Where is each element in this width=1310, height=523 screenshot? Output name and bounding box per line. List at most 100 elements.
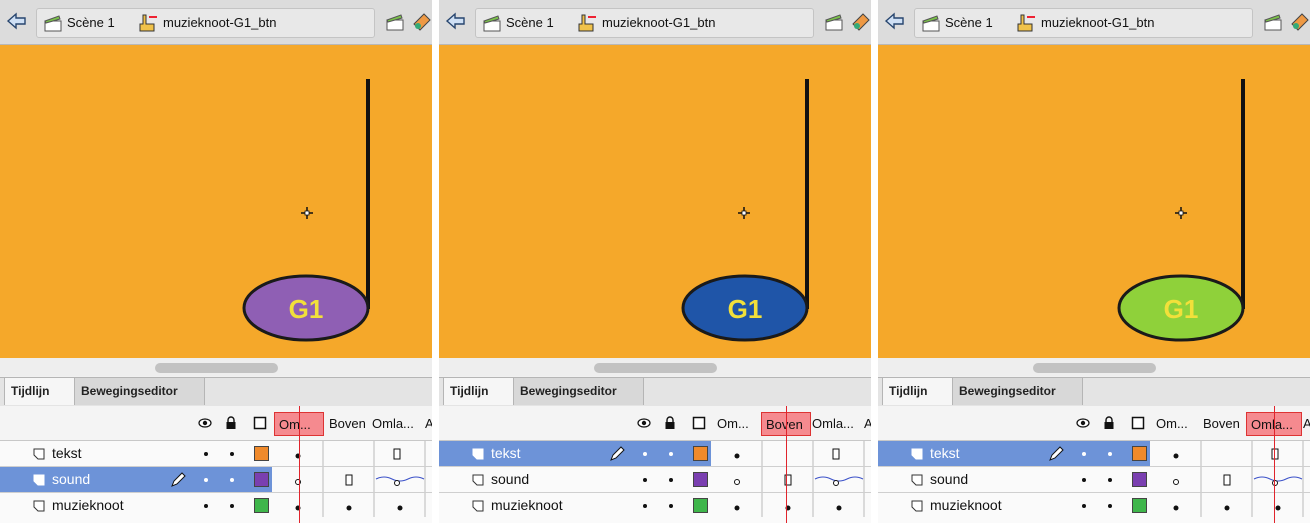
outline-color-swatch[interactable] bbox=[1132, 498, 1147, 513]
outline-color-swatch[interactable] bbox=[693, 498, 708, 513]
lock-dot[interactable] bbox=[669, 478, 673, 482]
frame-label-up[interactable]: Om... bbox=[1156, 412, 1188, 436]
stage[interactable]: G1 bbox=[0, 45, 432, 358]
tab-motion-editor[interactable]: Bewegingseditor bbox=[75, 378, 205, 405]
frame-cells[interactable] bbox=[711, 467, 871, 492]
frame-cells[interactable] bbox=[711, 493, 871, 518]
eye-icon[interactable] bbox=[1076, 416, 1090, 430]
button-symbol-icon[interactable] bbox=[137, 12, 159, 34]
playhead[interactable] bbox=[1274, 406, 1275, 523]
frame-cells[interactable] bbox=[1150, 441, 1310, 466]
visibility-dot[interactable] bbox=[1082, 478, 1086, 482]
horizontal-scrollbar[interactable] bbox=[0, 358, 432, 376]
scene-clapper-icon[interactable] bbox=[43, 13, 63, 33]
music-note-graphic[interactable]: G1 bbox=[0, 45, 432, 358]
stage[interactable]: G1 bbox=[439, 45, 871, 358]
visibility-dot[interactable] bbox=[643, 504, 647, 508]
breadcrumb-symbol[interactable]: muzieknoot-G1_btn bbox=[602, 15, 715, 30]
outline-color-swatch[interactable] bbox=[1132, 446, 1147, 461]
edit-symbol-icon[interactable] bbox=[851, 12, 871, 32]
outline-color-swatch[interactable] bbox=[254, 498, 269, 513]
scroll-thumb[interactable] bbox=[1033, 363, 1156, 373]
playhead[interactable] bbox=[786, 406, 787, 523]
lock-dot[interactable] bbox=[1108, 452, 1112, 456]
back-arrow-icon[interactable] bbox=[884, 10, 906, 32]
visibility-dot[interactable] bbox=[643, 452, 647, 456]
layer-row-sound[interactable]: sound bbox=[878, 467, 1310, 493]
frame-label-hit[interactable]: A bbox=[425, 412, 432, 436]
outline-color-swatch[interactable] bbox=[254, 446, 269, 461]
outline-icon[interactable] bbox=[1131, 416, 1145, 430]
layer-row-tekst[interactable]: tekst bbox=[878, 441, 1310, 467]
scene-clapper-icon[interactable] bbox=[482, 13, 502, 33]
tab-timeline[interactable]: Tijdlijn bbox=[882, 378, 953, 405]
frame-cells[interactable] bbox=[711, 441, 871, 466]
layer-row-muzieknoot[interactable]: muzieknoot bbox=[0, 493, 432, 519]
layer-row-muzieknoot[interactable]: muzieknoot bbox=[439, 493, 871, 519]
lock-icon[interactable] bbox=[224, 416, 238, 430]
visibility-dot[interactable] bbox=[1082, 504, 1086, 508]
back-arrow-icon[interactable] bbox=[445, 10, 467, 32]
button-symbol-icon[interactable] bbox=[1015, 12, 1037, 34]
frame-cells[interactable] bbox=[1150, 467, 1310, 492]
layer-row-sound[interactable]: sound bbox=[439, 467, 871, 493]
layer-row-tekst[interactable]: tekst bbox=[439, 441, 871, 467]
layer-row-tekst[interactable]: tekst bbox=[0, 441, 432, 467]
back-arrow-icon[interactable] bbox=[6, 10, 28, 32]
eye-icon[interactable] bbox=[198, 416, 212, 430]
horizontal-scrollbar[interactable] bbox=[878, 358, 1310, 376]
breadcrumb-scene[interactable]: Scène 1 bbox=[67, 15, 115, 30]
outline-icon[interactable] bbox=[692, 416, 706, 430]
lock-dot[interactable] bbox=[669, 504, 673, 508]
layer-name[interactable]: tekst bbox=[52, 445, 82, 461]
lock-dot[interactable] bbox=[1108, 504, 1112, 508]
stage[interactable]: G1 bbox=[878, 45, 1310, 358]
music-note-graphic[interactable]: G1 bbox=[878, 45, 1310, 358]
edit-scene-icon[interactable] bbox=[384, 12, 406, 32]
frame-cells[interactable] bbox=[272, 493, 432, 518]
visibility-dot[interactable] bbox=[204, 452, 208, 456]
edit-symbol-icon[interactable] bbox=[412, 12, 432, 32]
edit-scene-icon[interactable] bbox=[823, 12, 845, 32]
frame-label-over[interactable]: Boven bbox=[1203, 412, 1240, 436]
breadcrumb-scene[interactable]: Scène 1 bbox=[945, 15, 993, 30]
outline-color-swatch[interactable] bbox=[693, 472, 708, 487]
breadcrumb-symbol[interactable]: muzieknoot-G1_btn bbox=[163, 15, 276, 30]
breadcrumb-symbol[interactable]: muzieknoot-G1_btn bbox=[1041, 15, 1154, 30]
frame-label-hit[interactable]: A bbox=[1303, 412, 1310, 436]
layer-name[interactable]: sound bbox=[491, 471, 529, 487]
tab-timeline[interactable]: Tijdlijn bbox=[4, 378, 75, 405]
lock-icon[interactable] bbox=[1102, 416, 1116, 430]
frame-label-down[interactable]: Omla... bbox=[372, 412, 414, 436]
eye-icon[interactable] bbox=[637, 416, 651, 430]
layer-name[interactable]: muzieknoot bbox=[491, 497, 563, 513]
frame-label-over[interactable]: Boven bbox=[329, 412, 366, 436]
outline-color-swatch[interactable] bbox=[1132, 472, 1147, 487]
outline-color-swatch[interactable] bbox=[693, 446, 708, 461]
visibility-dot[interactable] bbox=[204, 478, 208, 482]
scroll-thumb[interactable] bbox=[155, 363, 278, 373]
visibility-dot[interactable] bbox=[643, 478, 647, 482]
visibility-dot[interactable] bbox=[1082, 452, 1086, 456]
frame-cells[interactable] bbox=[1150, 493, 1310, 518]
edit-symbol-icon[interactable] bbox=[1290, 12, 1310, 32]
frame-label-down[interactable]: Omla... bbox=[812, 412, 854, 436]
lock-dot[interactable] bbox=[669, 452, 673, 456]
lock-dot[interactable] bbox=[230, 452, 234, 456]
lock-icon[interactable] bbox=[663, 416, 677, 430]
frame-cells[interactable] bbox=[272, 467, 432, 492]
layer-row-muzieknoot[interactable]: muzieknoot bbox=[878, 493, 1310, 519]
layer-row-sound[interactable]: sound bbox=[0, 467, 432, 493]
lock-dot[interactable] bbox=[230, 504, 234, 508]
outline-color-swatch[interactable] bbox=[254, 472, 269, 487]
music-note-graphic[interactable]: G1 bbox=[439, 45, 871, 358]
lock-dot[interactable] bbox=[230, 478, 234, 482]
outline-icon[interactable] bbox=[253, 416, 267, 430]
tab-timeline[interactable]: Tijdlijn bbox=[443, 378, 514, 405]
edit-scene-icon[interactable] bbox=[1262, 12, 1284, 32]
frame-cells[interactable] bbox=[272, 441, 432, 466]
layer-name[interactable]: sound bbox=[930, 471, 968, 487]
playhead[interactable] bbox=[299, 406, 300, 523]
button-symbol-icon[interactable] bbox=[576, 12, 598, 34]
layer-name[interactable]: sound bbox=[52, 471, 90, 487]
